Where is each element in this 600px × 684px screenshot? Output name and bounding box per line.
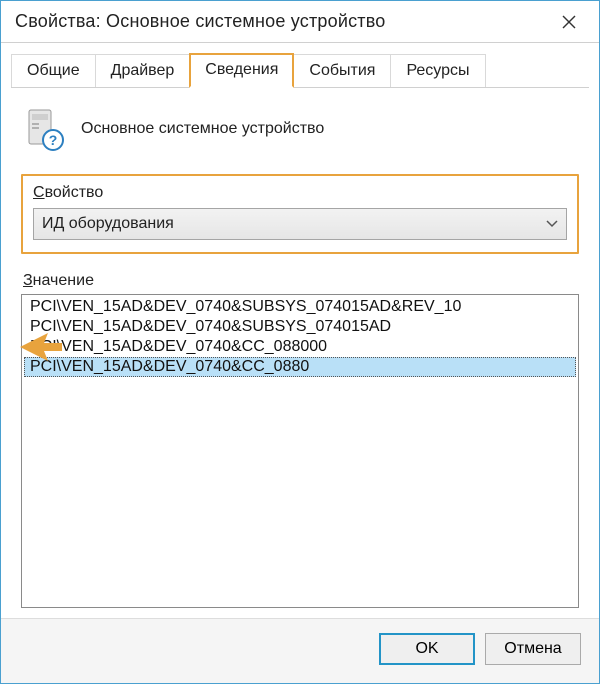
tab-label: Драйвер (111, 62, 175, 79)
value-listbox[interactable]: PCI\VEN_15AD&DEV_0740&SUBSYS_074015AD&RE… (21, 294, 579, 608)
tab-resources[interactable]: Ресурсы (390, 54, 485, 87)
close-button[interactable] (547, 6, 591, 38)
device-header: ? Основное системное устройство (21, 106, 579, 152)
svg-text:?: ? (49, 132, 58, 148)
titlebar: Свойства: Основное системное устройство (1, 1, 599, 43)
list-item[interactable]: PCI\VEN_15AD&DEV_0740&CC_0880 (24, 357, 576, 377)
ok-button[interactable]: OK (379, 633, 475, 665)
property-dropdown[interactable]: ИД оборудования (33, 208, 567, 240)
tab-label: События (309, 62, 375, 79)
tab-label: Ресурсы (406, 62, 469, 79)
tab-general[interactable]: Общие (11, 54, 96, 87)
list-item[interactable]: PCI\VEN_15AD&DEV_0740&SUBSYS_074015AD&RE… (24, 297, 576, 317)
properties-window: Свойства: Основное системное устройство … (0, 0, 600, 684)
cancel-button[interactable]: Отмена (485, 633, 581, 665)
device-icon: ? (21, 106, 67, 152)
chevron-down-icon (546, 215, 558, 233)
tab-label: Общие (27, 62, 80, 79)
list-item[interactable]: PCI\VEN_15AD&DEV_0740&CC_088000 (24, 337, 576, 357)
window-title: Свойства: Основное системное устройство (15, 11, 547, 32)
tab-content: ? Основное системное устройство Свойство… (1, 88, 599, 618)
close-icon (562, 15, 576, 29)
tab-label: Сведения (205, 61, 278, 78)
list-item[interactable]: PCI\VEN_15AD&DEV_0740&SUBSYS_074015AD (24, 317, 576, 337)
value-list: PCI\VEN_15AD&DEV_0740&SUBSYS_074015AD&RE… (22, 295, 578, 379)
tab-details[interactable]: Сведения (189, 53, 294, 88)
dropdown-value: ИД оборудования (42, 215, 174, 233)
tab-events[interactable]: События (293, 54, 391, 87)
value-label: Значение (23, 272, 579, 290)
property-group: Свойство ИД оборудования (21, 174, 579, 254)
property-label: Свойство (33, 184, 567, 202)
device-name: Основное системное устройство (81, 120, 324, 138)
tabs: Общие Драйвер Сведения События Ресурсы (1, 43, 599, 87)
tab-driver[interactable]: Драйвер (95, 54, 191, 87)
dialog-footer: OK Отмена (1, 618, 599, 683)
